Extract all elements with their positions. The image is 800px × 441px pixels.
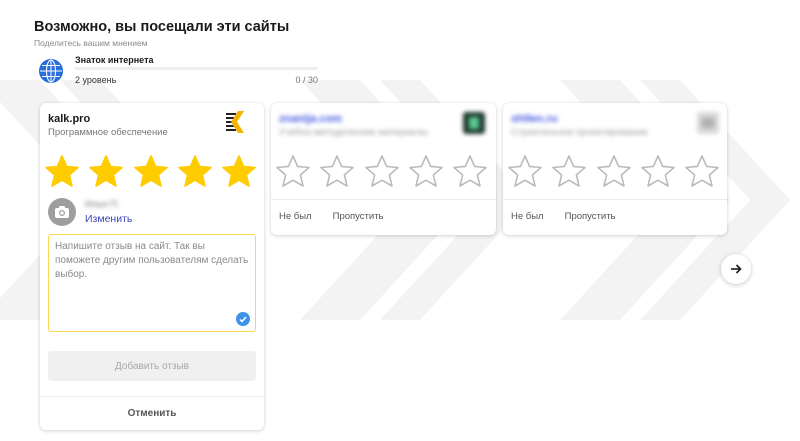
site-category: Строительное проектирование bbox=[511, 127, 648, 138]
badge-progress-bar bbox=[75, 67, 318, 70]
star-outline-icon[interactable] bbox=[507, 154, 543, 188]
rating-stars bbox=[275, 154, 496, 188]
site-category: Учебно-методические материалы bbox=[279, 127, 428, 138]
user-name: Илья П. bbox=[85, 199, 120, 210]
star-outline-icon[interactable] bbox=[596, 154, 632, 188]
site-name[interactable]: znanija.com bbox=[279, 113, 342, 125]
badge-level: 2 уровень bbox=[75, 75, 117, 85]
avatar bbox=[48, 198, 76, 226]
section-subtitle: Поделитесь вашим мнением bbox=[34, 38, 148, 48]
skip-button[interactable]: Пропустить bbox=[565, 211, 616, 222]
rating-stars bbox=[507, 154, 728, 188]
star-outline-icon[interactable] bbox=[452, 154, 488, 188]
check-icon bbox=[236, 312, 250, 326]
add-review-button[interactable]: Добавить отзыв bbox=[48, 351, 256, 381]
site-card: shtlen.ru Строительное проектирование Не… bbox=[503, 103, 727, 235]
star-filled-icon[interactable] bbox=[221, 154, 257, 188]
star-outline-icon[interactable] bbox=[364, 154, 400, 188]
star-outline-icon[interactable] bbox=[319, 154, 355, 188]
next-arrow-button[interactable] bbox=[721, 254, 751, 284]
skip-button[interactable]: Пропустить bbox=[333, 211, 384, 222]
star-outline-icon[interactable] bbox=[408, 154, 444, 188]
star-filled-icon[interactable] bbox=[88, 154, 124, 188]
globe-icon bbox=[39, 59, 63, 83]
site-logo-icon bbox=[697, 112, 719, 134]
cancel-button[interactable]: Отменить bbox=[48, 403, 256, 423]
divider bbox=[503, 199, 727, 200]
star-filled-icon[interactable] bbox=[44, 154, 80, 188]
review-textarea[interactable] bbox=[49, 235, 255, 331]
change-profile-link[interactable]: Изменить bbox=[85, 213, 132, 225]
not-visited-button[interactable]: Не был bbox=[279, 211, 312, 222]
star-outline-icon[interactable] bbox=[684, 154, 720, 188]
site-name[interactable]: kalk.pro bbox=[48, 113, 90, 125]
site-card: znanija.com Учебно-методические материал… bbox=[271, 103, 496, 235]
site-category: Программное обеспечение bbox=[48, 127, 168, 138]
not-visited-button[interactable]: Не был bbox=[511, 211, 544, 222]
site-logo-icon bbox=[463, 112, 485, 134]
star-outline-icon[interactable] bbox=[640, 154, 676, 188]
rating-stars bbox=[44, 154, 265, 188]
star-outline-icon[interactable] bbox=[275, 154, 311, 188]
badge-progress-text: 0 / 30 bbox=[295, 75, 318, 85]
star-filled-icon[interactable] bbox=[177, 154, 213, 188]
arrow-right-icon bbox=[731, 264, 742, 274]
divider bbox=[40, 396, 264, 397]
camera-icon bbox=[55, 206, 69, 218]
star-filled-icon[interactable] bbox=[133, 154, 169, 188]
kalk-logo-icon bbox=[226, 111, 248, 133]
badge-name: Знаток интернета bbox=[75, 55, 154, 65]
site-name[interactable]: shtlen.ru bbox=[511, 113, 557, 125]
divider bbox=[271, 199, 496, 200]
star-outline-icon[interactable] bbox=[551, 154, 587, 188]
site-card-active: kalk.pro Программное обеспечение Илья П.… bbox=[40, 103, 264, 430]
review-input-box bbox=[48, 234, 256, 332]
section-title: Возможно, вы посещали эти сайты bbox=[34, 19, 290, 35]
